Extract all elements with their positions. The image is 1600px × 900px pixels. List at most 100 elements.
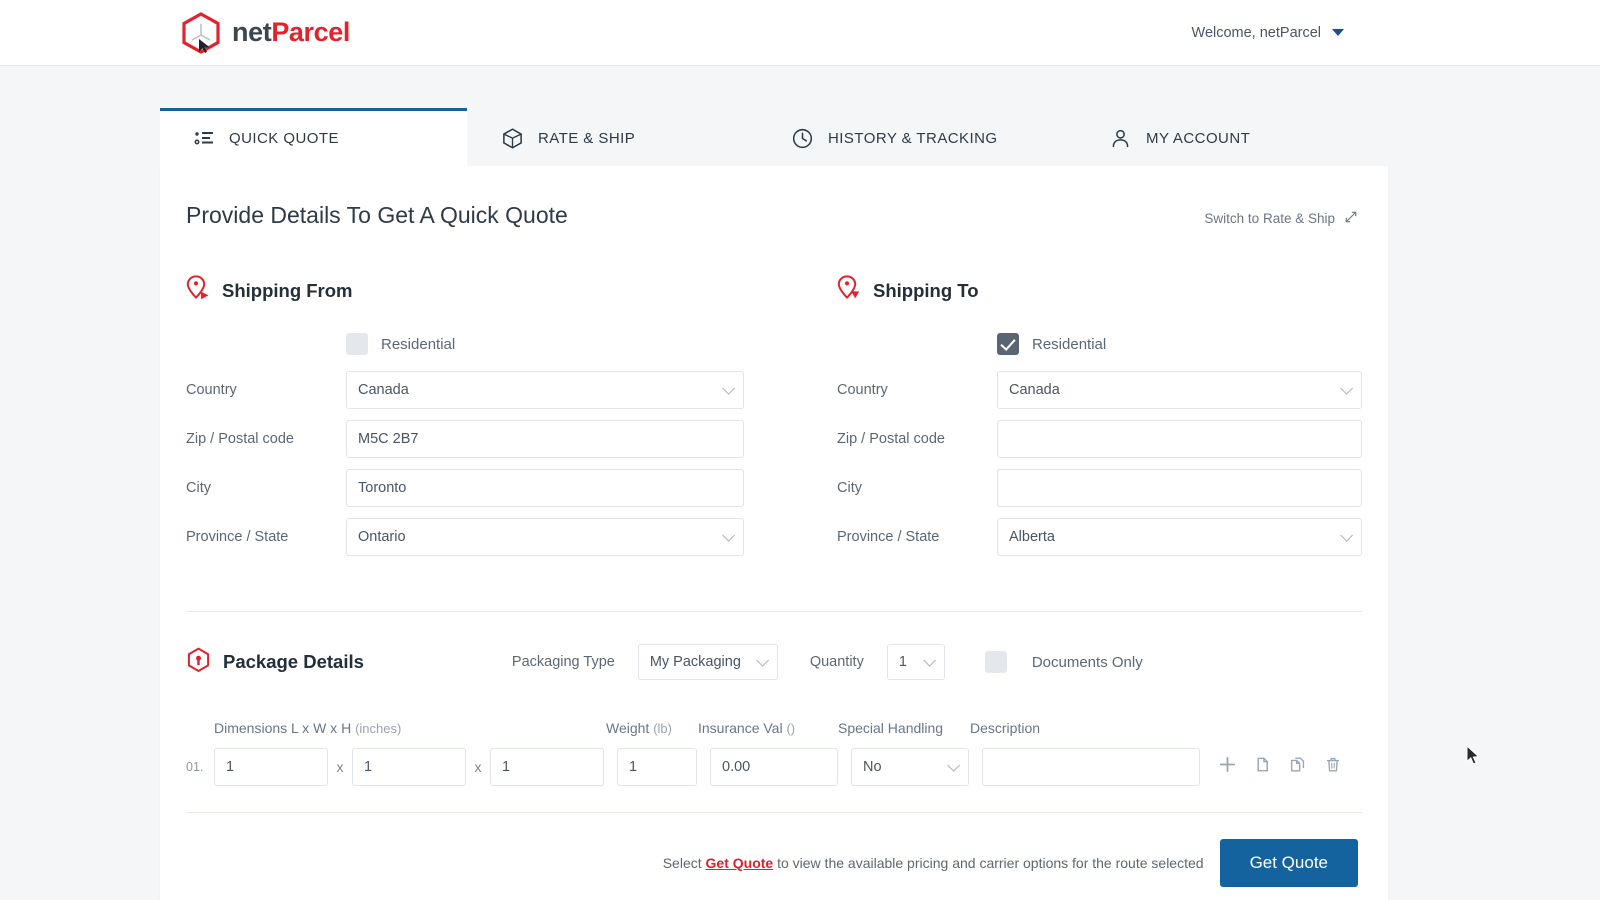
shipping-from-city-value: Toronto xyxy=(358,480,406,496)
shipping-to-residential-row: Residential xyxy=(837,333,1362,355)
switch-link-label: Switch to Rate & Ship xyxy=(1204,211,1335,226)
footer-hint: Select Get Quote to view the available p… xyxy=(663,855,1204,871)
shipping-to-city-row: City xyxy=(837,469,1362,507)
box-icon xyxy=(501,127,524,150)
brand-name: netParcel xyxy=(232,19,350,46)
brand-name-parcel: Parcel xyxy=(271,17,350,47)
tab-my-account-label: MY ACCOUNT xyxy=(1146,130,1250,147)
shipping-from-city-input[interactable]: Toronto xyxy=(346,469,744,507)
shipping-to-city-label: City xyxy=(837,480,997,496)
tab-quick-quote[interactable]: QUICK QUOTE xyxy=(160,108,467,166)
shipping-to-zip-input[interactable] xyxy=(997,420,1362,458)
package-details-header: Package Details Packaging Type My Packag… xyxy=(186,644,1362,680)
shipping-from-residential-checkbox[interactable] xyxy=(346,333,368,355)
add-row-icon[interactable] xyxy=(1218,755,1237,779)
package-hex-icon xyxy=(186,647,211,678)
row-index: 01. xyxy=(186,760,214,774)
weight-input[interactable]: 1 xyxy=(617,748,697,786)
tab-rate-and-ship[interactable]: RATE & SHIP xyxy=(467,108,757,166)
length-input[interactable]: 1 xyxy=(214,748,328,786)
tab-history-and-tracking[interactable]: HISTORY & TRACKING xyxy=(757,108,1075,166)
shipping-from-country-value: Canada xyxy=(358,382,409,398)
shipping-from-residential-row: Residential xyxy=(186,333,744,355)
insurance-value: 0.00 xyxy=(722,759,750,775)
switch-to-rate-and-ship-link[interactable]: Switch to Rate & Ship xyxy=(1204,210,1358,227)
shipping-to-header: Shipping To xyxy=(837,275,1362,306)
shipping-from-zip-label: Zip / Postal code xyxy=(186,431,346,447)
delete-row-icon[interactable] xyxy=(1324,755,1342,779)
panel-header: Provide Details To Get A Quick Quote Swi… xyxy=(186,202,1362,229)
height-input[interactable]: 1 xyxy=(490,748,604,786)
packaging-type-value: My Packaging xyxy=(650,654,741,670)
shipping-to-city-input[interactable] xyxy=(997,469,1362,507)
external-link-icon xyxy=(1344,210,1358,227)
shipping-from-province-select[interactable]: Ontario xyxy=(346,518,744,556)
documents-only-checkbox[interactable] xyxy=(985,651,1007,673)
copy-row-icon[interactable] xyxy=(1253,755,1272,779)
shipping-from-zip-row: Zip / Postal code M5C 2B7 xyxy=(186,420,744,458)
quantity-label: Quantity xyxy=(810,654,864,670)
get-quote-button[interactable]: Get Quote xyxy=(1220,839,1358,887)
tab-quick-quote-label: QUICK QUOTE xyxy=(229,130,339,147)
user-menu[interactable]: Welcome, netParcel xyxy=(1192,25,1344,41)
shipping-from-zip-input[interactable]: M5C 2B7 xyxy=(346,420,744,458)
special-handling-select[interactable]: No xyxy=(851,748,969,786)
person-icon xyxy=(1109,127,1132,150)
shipping-to-province-row: Province / State Alberta xyxy=(837,518,1362,556)
main-tabs: QUICK QUOTE RATE & SHIP HISTORY & TRACKI… xyxy=(160,108,1388,166)
page-title: Provide Details To Get A Quick Quote xyxy=(186,202,568,229)
shipping-to-zip-row: Zip / Postal code xyxy=(837,420,1362,458)
col-weight-label: Weight xyxy=(606,720,649,736)
welcome-label: Welcome, netParcel xyxy=(1192,25,1321,41)
netparcel-cube-icon xyxy=(180,11,222,55)
mouse-cursor-icon xyxy=(1466,745,1481,771)
col-insurance-unit: () xyxy=(786,721,795,736)
col-dimensions: Dimensions L x W x H (inches) xyxy=(214,720,606,736)
insurance-input[interactable]: 0.00 xyxy=(710,748,838,786)
get-quote-link[interactable]: Get Quote xyxy=(706,855,774,871)
col-insurance-label: Insurance Val xyxy=(698,720,783,736)
shipping-to-country-value: Canada xyxy=(1009,382,1060,398)
chevron-down-icon xyxy=(1340,529,1353,542)
page-body: QUICK QUOTE RATE & SHIP HISTORY & TRACKI… xyxy=(0,66,1600,900)
shipping-to-country-row: Country Canada xyxy=(837,371,1362,409)
brand-name-net: net xyxy=(232,17,271,47)
footer-text-after: to view the available pricing and carrie… xyxy=(777,855,1203,871)
row-action-group xyxy=(1218,755,1342,779)
shipping-to-residential-label: Residential xyxy=(1032,336,1106,353)
height-value: 1 xyxy=(502,759,510,775)
width-input[interactable]: 1 xyxy=(352,748,466,786)
col-dimensions-unit: (inches) xyxy=(355,721,401,736)
shipping-to-zip-label: Zip / Postal code xyxy=(837,431,997,447)
shipping-from-province-row: Province / State Ontario xyxy=(186,518,744,556)
chevron-down-icon xyxy=(722,382,735,395)
chevron-down-icon xyxy=(947,759,960,772)
weight-value: 1 xyxy=(629,759,637,775)
duplicate-rows-icon[interactable] xyxy=(1288,755,1308,779)
quantity-select[interactable]: 1 xyxy=(887,644,945,680)
shipping-from-province-label: Province / State xyxy=(186,529,346,545)
app-header: netParcel Welcome, netParcel xyxy=(0,0,1600,66)
shipping-to-country-label: Country xyxy=(837,382,997,398)
map-pin-to-icon xyxy=(837,275,861,306)
chevron-down-icon xyxy=(923,654,936,667)
shipping-from-country-select[interactable]: Canada xyxy=(346,371,744,409)
shipping-from-header: Shipping From xyxy=(186,275,744,306)
length-value: 1 xyxy=(226,759,234,775)
tab-my-account[interactable]: MY ACCOUNT xyxy=(1075,108,1284,166)
panel-footer: Select Get Quote to view the available p… xyxy=(186,813,1362,900)
description-input[interactable] xyxy=(982,748,1200,786)
shipping-to-province-select[interactable]: Alberta xyxy=(997,518,1362,556)
shipping-to-country-select[interactable]: Canada xyxy=(997,371,1362,409)
package-table-header: Dimensions L x W x H (inches) Weight (lb… xyxy=(186,720,1362,736)
width-value: 1 xyxy=(364,759,372,775)
col-insurance: Insurance Val () xyxy=(698,720,838,736)
special-handling-value: No xyxy=(863,759,882,775)
shipping-to-residential-checkbox[interactable] xyxy=(997,333,1019,355)
brand-logo-group[interactable]: netParcel xyxy=(180,11,350,55)
quantity-value: 1 xyxy=(899,654,907,670)
packaging-type-select[interactable]: My Packaging xyxy=(638,644,778,680)
shipping-section: Shipping From Residential Country Canada… xyxy=(186,229,1362,612)
shipping-to-column: Shipping To Residential Country Canada Z… xyxy=(774,275,1362,567)
chevron-down-icon xyxy=(722,529,735,542)
